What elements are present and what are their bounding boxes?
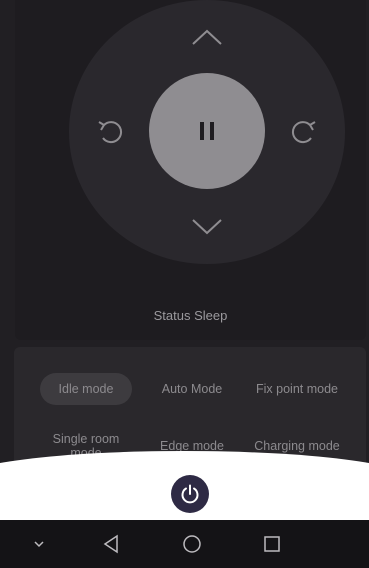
chevron-down-icon — [192, 219, 222, 235]
chevron-down-icon — [34, 541, 44, 548]
recents-icon — [264, 536, 280, 552]
chevron-up-icon — [192, 29, 222, 45]
home-button[interactable] — [180, 532, 204, 556]
power-button[interactable] — [171, 475, 209, 513]
rotate-left-button[interactable] — [91, 112, 129, 150]
status-label: Status Sleep — [153, 308, 228, 323]
move-down-button[interactable] — [187, 210, 227, 244]
back-icon — [103, 534, 118, 554]
back-button[interactable] — [100, 532, 124, 556]
idle-mode-button[interactable]: Idle mode — [40, 373, 132, 405]
control-panel: Status Sleep — [15, 0, 366, 340]
system-navbar — [0, 520, 369, 568]
rotate-right-button[interactable] — [285, 112, 323, 150]
fix-point-mode-button[interactable]: Fix point mode — [252, 371, 342, 407]
rotate-right-icon — [291, 121, 316, 144]
home-icon — [183, 535, 201, 553]
auto-mode-button[interactable]: Auto Mode — [144, 373, 240, 405]
rotate-left-icon — [98, 121, 123, 144]
recents-button[interactable] — [260, 532, 284, 556]
app-screen: Status Sleep Idle mode Auto Mode Fix poi… — [0, 0, 369, 520]
pause-icon — [200, 122, 214, 140]
pause-button[interactable] — [149, 73, 265, 189]
move-up-button[interactable] — [187, 20, 227, 54]
direction-pad — [69, 0, 345, 264]
hide-keyboard-button[interactable] — [27, 532, 51, 556]
power-icon — [181, 484, 199, 504]
